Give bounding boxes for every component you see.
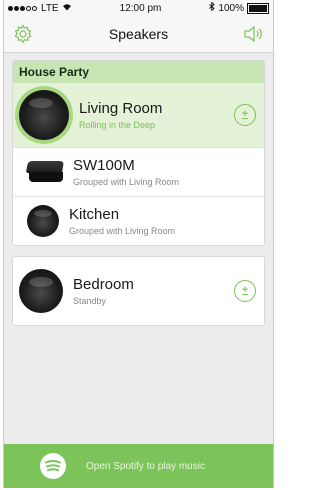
speaker-info: SW100M Grouped with Living Room (73, 157, 264, 187)
carrier-label: LTE (41, 2, 59, 14)
app-screen: LTE 12:00 pm 100% Speakers House Party L… (3, 0, 274, 488)
speaker-info: Kitchen Grouped with Living Room (69, 206, 264, 236)
speaker-name: SW100M (73, 157, 135, 174)
speaker-image (25, 161, 65, 183)
spotify-icon (40, 453, 66, 479)
speaker-info: Bedroom Standby (73, 276, 234, 306)
page-title: Speakers (108, 26, 169, 42)
add-to-group-button[interactable] (234, 104, 256, 126)
speaker-volume-icon[interactable] (243, 23, 265, 45)
open-spotify-button[interactable]: Open Spotify to play music (4, 444, 273, 488)
status-bar: LTE 12:00 pm 100% (4, 0, 273, 16)
plus-minus-icon (242, 286, 248, 296)
speaker-status: Standby (73, 296, 107, 306)
speaker-name: Living Room (79, 100, 163, 117)
status-left: LTE (8, 3, 72, 14)
bluetooth-icon (209, 1, 216, 14)
footer-label: Open Spotify to play music (86, 460, 205, 472)
nav-bar: Speakers (4, 16, 273, 53)
speaker-image (19, 269, 63, 313)
speaker-info: Living Room Rolling in the Deep (79, 100, 234, 130)
speaker-name: Bedroom (73, 276, 134, 293)
signal-strength-icon (8, 3, 38, 14)
speaker-row-bedroom[interactable]: Bedroom Standby (13, 257, 264, 325)
gear-icon[interactable] (12, 23, 34, 45)
speaker-row-sw100m[interactable]: SW100M Grouped with Living Room (13, 147, 264, 196)
speaker-row-living-room[interactable]: Living Room Rolling in the Deep (13, 83, 264, 147)
standalone-card: Bedroom Standby (12, 256, 265, 326)
add-to-group-button[interactable] (234, 280, 256, 302)
speaker-image (27, 205, 59, 237)
status-time: 12:00 pm (119, 2, 162, 14)
status-right: 100% (209, 1, 269, 14)
group-card: House Party Living Room Rolling in the D… (12, 60, 265, 246)
speaker-status: Grouped with Living Room (69, 226, 176, 236)
speaker-list: House Party Living Room Rolling in the D… (4, 53, 273, 326)
speaker-status: Grouped with Living Room (73, 177, 180, 187)
speaker-image (19, 90, 69, 140)
battery-percent: 100% (218, 2, 244, 14)
battery-icon (246, 2, 269, 14)
speaker-row-kitchen[interactable]: Kitchen Grouped with Living Room (13, 196, 264, 245)
plus-minus-icon (242, 110, 248, 120)
now-playing-text: Rolling in the Deep (79, 120, 156, 130)
group-header[interactable]: House Party (13, 61, 264, 83)
wifi-icon (62, 3, 72, 14)
speaker-name: Kitchen (69, 206, 120, 223)
